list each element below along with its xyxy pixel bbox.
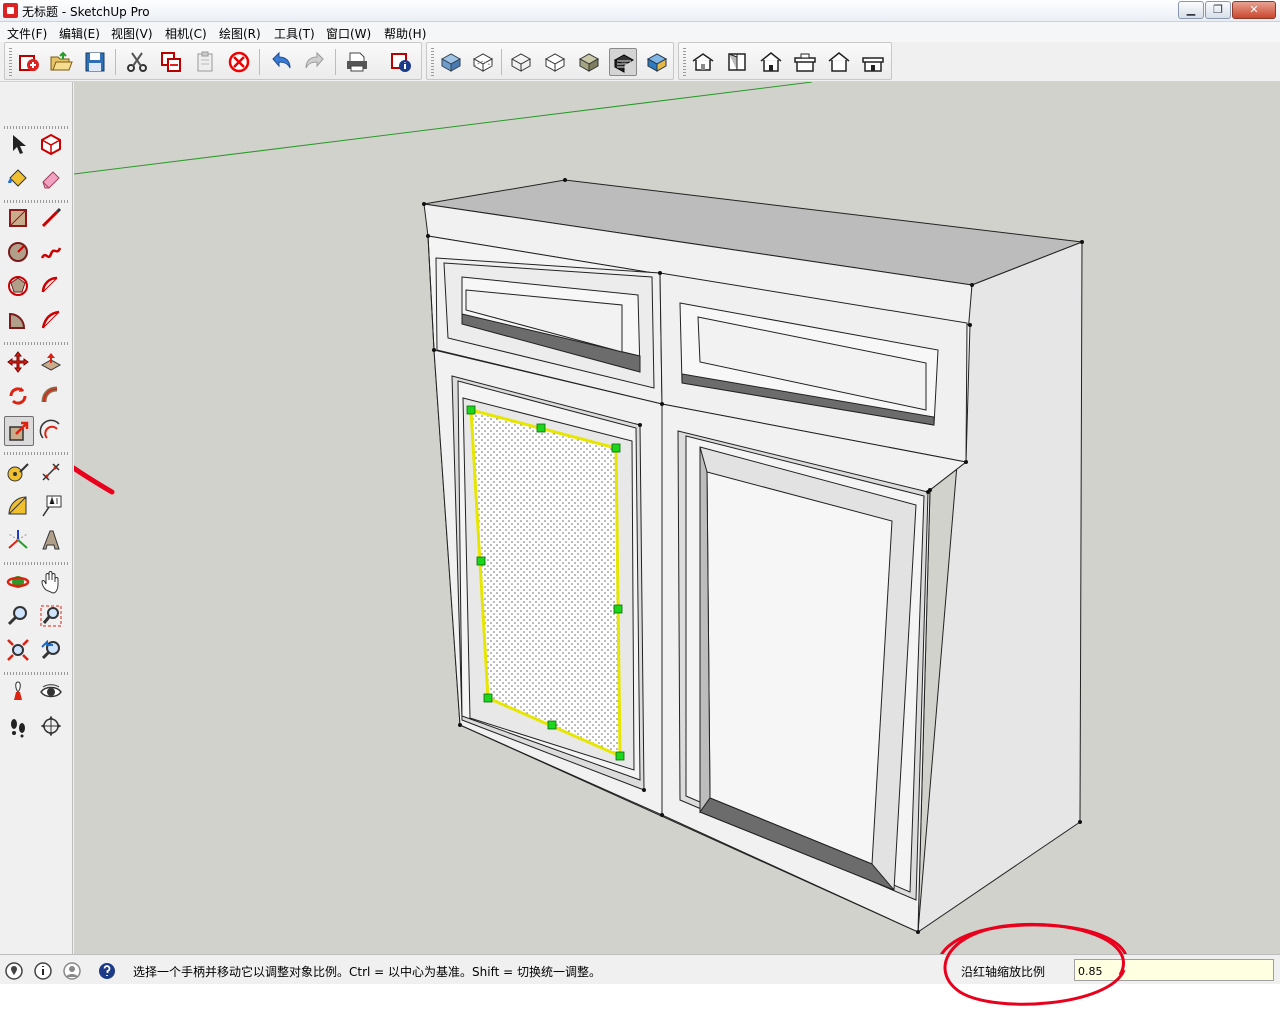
right-view-icon[interactable] <box>791 48 819 76</box>
move-icon[interactable] <box>4 348 34 378</box>
front-view-icon[interactable] <box>757 48 785 76</box>
toolbar-grip[interactable] <box>4 672 68 675</box>
top-view-icon[interactable] <box>723 48 751 76</box>
menu-bar: 文件(F) 编辑(E) 视图(V) 相机(C) 绘图(R) 工具(T) 窗口(W… <box>0 22 1280 42</box>
shaded-icon[interactable] <box>575 48 603 76</box>
styles-toolbar <box>426 42 674 80</box>
new-icon[interactable] <box>15 48 43 76</box>
zoom-window-icon[interactable] <box>37 602 67 632</box>
toolbar-grip[interactable] <box>4 342 68 345</box>
protractor-icon[interactable] <box>4 492 34 522</box>
dimension-icon[interactable] <box>37 458 67 488</box>
minimize-button[interactable]: ▁ <box>1178 1 1204 19</box>
orbit-icon[interactable] <box>4 568 34 598</box>
sketchup-window: 无标题 - SketchUp Pro ▁ ❐ ✕ 文件(F) 编辑(E) 视图(… <box>0 0 1280 1024</box>
line-icon[interactable] <box>37 204 67 234</box>
erase-icon[interactable] <box>225 48 253 76</box>
redo-icon[interactable] <box>301 48 329 76</box>
offset-icon[interactable] <box>37 416 67 446</box>
maximize-button[interactable]: ❐ <box>1205 1 1231 19</box>
cut-icon[interactable] <box>123 48 151 76</box>
close-button[interactable]: ✕ <box>1232 1 1276 19</box>
print-icon[interactable] <box>343 48 371 76</box>
monochrome-icon[interactable] <box>643 48 671 76</box>
toolbar-grip[interactable] <box>683 48 686 76</box>
text-icon[interactable] <box>37 492 67 522</box>
status-hint: 选择一个手柄并移动它以调整对象比例。Ctrl = 以中心为基准。Shift = … <box>133 965 601 979</box>
toolbar-grip[interactable] <box>4 562 68 565</box>
xray-icon[interactable] <box>437 48 465 76</box>
menu-file[interactable]: 文件(F) <box>7 25 47 42</box>
open-icon[interactable] <box>47 48 75 76</box>
zoom-extents-icon[interactable] <box>4 636 34 666</box>
hidden-line-icon[interactable] <box>541 48 569 76</box>
tape-measure-icon[interactable] <box>4 458 34 488</box>
user-icon[interactable] <box>62 961 82 981</box>
copy-icon[interactable] <box>157 48 185 76</box>
annotation-ellipse <box>943 922 1126 1006</box>
green-axis-line <box>74 82 813 175</box>
circle-icon[interactable] <box>4 238 34 268</box>
zoom-icon[interactable] <box>4 602 34 632</box>
window-title: 无标题 - SketchUp Pro <box>22 5 150 19</box>
3d-scene[interactable] <box>74 82 1280 954</box>
push-pull-icon[interactable] <box>37 348 67 378</box>
undo-icon[interactable] <box>267 48 295 76</box>
left-view-icon[interactable] <box>859 48 887 76</box>
views-toolbar <box>678 42 892 80</box>
help-icon[interactable] <box>97 961 117 981</box>
credits-icon[interactable] <box>33 961 53 981</box>
menu-help[interactable]: 帮助(H) <box>384 25 426 42</box>
pie-icon[interactable] <box>4 306 34 336</box>
menu-draw[interactable]: 绘图(R) <box>219 25 261 42</box>
follow-me-icon[interactable] <box>37 382 67 412</box>
menu-camera[interactable]: 相机(C) <box>165 25 207 42</box>
make-component-icon[interactable] <box>37 130 67 160</box>
menu-window[interactable]: 窗口(W) <box>326 25 371 42</box>
geolocation-icon[interactable] <box>4 961 24 981</box>
polygon-icon[interactable] <box>4 272 34 302</box>
pan-icon[interactable] <box>37 568 67 598</box>
shaded-textures-icon[interactable] <box>609 48 637 76</box>
toolbar-grip[interactable] <box>431 48 434 76</box>
wireframe-icon[interactable] <box>507 48 535 76</box>
position-camera-icon[interactable] <box>4 678 34 708</box>
scale-icon[interactable] <box>4 416 34 446</box>
title-bar: 无标题 - SketchUp Pro ▁ ❐ ✕ <box>0 0 1280 22</box>
3d-text-icon[interactable] <box>37 526 67 556</box>
back-edges-icon[interactable] <box>469 48 497 76</box>
drawing-area[interactable] <box>74 82 1280 954</box>
door-right-panel <box>706 471 893 865</box>
eraser-icon[interactable] <box>37 164 67 194</box>
toolbar-grip[interactable] <box>4 452 68 455</box>
large-tool-set: 31 <box>0 82 73 1024</box>
annotation-arrow <box>74 465 115 495</box>
menu-tools[interactable]: 工具(T) <box>274 25 315 42</box>
standard-toolbar <box>4 42 422 80</box>
back-view-icon[interactable] <box>825 48 853 76</box>
rotate-icon[interactable] <box>4 382 34 412</box>
section-plane-icon[interactable] <box>37 712 67 742</box>
menu-view[interactable]: 视图(V) <box>111 25 153 42</box>
menu-edit[interactable]: 编辑(E) <box>59 25 100 42</box>
previous-view-icon[interactable] <box>37 636 67 666</box>
toolbar-grip[interactable] <box>4 200 68 203</box>
iso-view-icon[interactable] <box>689 48 717 76</box>
select-icon[interactable] <box>4 130 34 160</box>
save-icon[interactable] <box>81 48 109 76</box>
toolbar-grip[interactable] <box>9 48 12 76</box>
two-point-arc-icon[interactable] <box>37 306 67 336</box>
freehand-icon[interactable] <box>37 238 67 268</box>
main-toolbar <box>0 42 1280 82</box>
walk-icon[interactable] <box>4 712 34 742</box>
paint-bucket-icon[interactable] <box>4 164 34 194</box>
axes-icon[interactable] <box>4 526 34 556</box>
arc-icon[interactable] <box>37 272 67 302</box>
model-info-icon[interactable] <box>387 48 415 76</box>
rectangle-icon[interactable] <box>4 204 34 234</box>
paste-icon[interactable] <box>191 48 219 76</box>
sketchup-logo-icon <box>3 3 18 18</box>
toolbar-grip[interactable] <box>4 126 68 129</box>
look-around-icon[interactable] <box>37 678 67 708</box>
